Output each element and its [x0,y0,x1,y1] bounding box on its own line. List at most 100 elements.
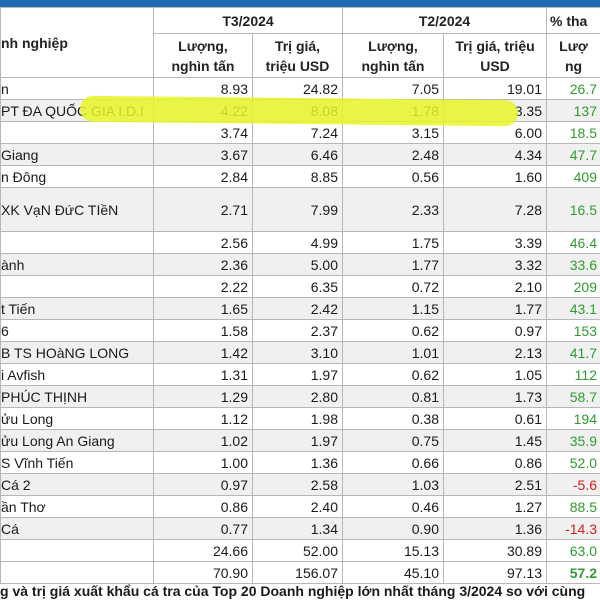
table-row: i Avfish 1.31 1.97 0.62 1.05 112 [0,363,600,386]
t2-vol-cell: 0.46 [342,495,444,518]
top-accent-bar [0,0,600,7]
change-percent-cell: 63.0 [546,539,600,562]
t2-val-cell: 0.61 [443,407,547,430]
t3-vol-cell: 1.02 [153,429,253,452]
t2-val-cell: 1.45 [443,429,547,452]
t3-vol-cell: 2.84 [153,165,253,188]
company-name-cell [0,275,154,298]
t3-vol-cell: 0.77 [153,517,253,540]
t2-vol-cell: 0.62 [342,319,444,342]
change-percent-cell: 194 [546,407,600,430]
header-row-groups: nh nghiệp T3/2024 T2/2024 % tha [0,7,600,78]
change-percent-cell: 112 [546,363,600,386]
t3-val-cell: 3.10 [252,341,343,364]
t2-vol-cell: 2.33 [342,187,444,232]
t3-vol-cell: 1.31 [153,363,253,386]
t3-vol-cell: 0.97 [153,473,253,496]
t2-vol-cell: 0.38 [342,407,444,430]
change-percent-cell: 209 [546,275,600,298]
t3-val-cell: 24.82 [252,77,343,100]
t2-vol-cell: 0.62 [342,363,444,386]
table-row: n Đông 2.84 8.85 0.56 1.60 409 [0,165,600,188]
t3-val-cell: 1.98 [252,407,343,430]
t2-vol-cell: 45.10 [342,561,444,584]
company-name-cell [0,121,154,144]
table-caption: g và trị giá xuất khẩu cá tra của Top 20… [0,583,586,599]
change-percent-cell: 33.6 [546,253,600,276]
table-row: 2.22 6.35 0.72 2.10 209 [0,275,600,298]
t3-val-cell: 4.99 [252,231,343,254]
company-name-cell: XK VạN ĐứC TIềN [0,187,154,232]
t2-val-cell: 0.86 [443,451,547,474]
change-percent-cell: 43.1 [546,297,600,320]
t3-vol-cell: 3.67 [153,143,253,166]
table-row: XK VạN ĐứC TIềN 2.71 7.99 2.33 7.28 16.5 [0,187,600,232]
change-percent-cell: 58.7 [546,385,600,408]
t2-val-cell: 2.10 [443,275,547,298]
t2-vol-cell: 15.13 [342,539,444,562]
t2-val-cell: 1.73 [443,385,547,408]
t3-vol-cell: 3.74 [153,121,253,144]
table-row: B TS HOàNG LONG 1.42 3.10 1.01 2.13 41.7 [0,341,600,364]
table-row: ần Thơ 0.86 2.40 0.46 1.27 88.5 [0,495,600,518]
t2-val-cell: 3.32 [443,253,547,276]
t3-vol-cell: 24.66 [153,539,253,562]
t3-val-cell: 8.85 [252,165,343,188]
t3-vol-cell: 1.65 [153,297,253,320]
company-name-cell: Cá 2 [0,473,154,496]
t2-vol-cell: 0.72 [342,275,444,298]
table-row: Cá 0.77 1.34 0.90 1.36 -14.3 [0,517,600,540]
change-percent-cell: 153 [546,319,600,342]
company-name-cell: ành [0,253,154,276]
company-name-cell: ửu Long An Giang [0,429,154,452]
t3-val-cell: 2.58 [252,473,343,496]
table-row: Giang 3.67 6.46 2.48 4.34 47.7 [0,143,600,166]
t2-vol-cell: 0.66 [342,451,444,474]
company-name-cell: 6 [0,319,154,342]
t2-vol-cell: 0.56 [342,165,444,188]
table-row: ửu Long 1.12 1.98 0.38 0.61 194 [0,407,600,430]
t2-val-cell: 30.89 [443,539,547,562]
company-name-cell: S Vĩnh Tiến [0,451,154,474]
t3-val-cell: 2.42 [252,297,343,320]
t2-vol-cell: 0.81 [342,385,444,408]
change-percent-cell: 137 [546,99,600,122]
company-name-cell: PHÚC THỊNH [0,385,154,408]
t2-val-cell: 97.13 [443,561,547,584]
table-row: 24.66 52.00 15.13 30.89 63.0 [0,539,600,562]
t3-vol-cell: 2.36 [153,253,253,276]
change-percent-cell: 57.2 [546,561,600,584]
header-t2: T2/2024 [342,7,547,34]
t3-vol-cell: 1.58 [153,319,253,342]
table-row: t Tiến 1.65 2.42 1.15 1.77 43.1 [0,297,600,320]
t3-vol-cell: 1.29 [153,385,253,408]
table-row: PHÚC THỊNH 1.29 2.80 0.81 1.73 58.7 [0,385,600,408]
t3-val-cell: 6.46 [252,143,343,166]
company-name-cell: ần Thơ [0,495,154,518]
change-percent-cell: 35.9 [546,429,600,452]
t3-val-cell: 5.00 [252,253,343,276]
company-name-cell: ửu Long [0,407,154,430]
change-percent-cell: 46.4 [546,231,600,254]
change-percent-cell: 18.5 [546,121,600,144]
change-percent-cell: 16.5 [546,187,600,232]
table-row: 70.90 156.07 45.10 97.13 57.2 [0,561,600,584]
header-t3-volume: Lượng, nghìn tấn [153,33,253,78]
t2-vol-cell: 1.15 [342,297,444,320]
change-percent-cell: 41.7 [546,341,600,364]
change-percent-cell: 52.0 [546,451,600,474]
table-row: ành 2.36 5.00 1.77 3.32 33.6 [0,253,600,276]
t3-vol-cell: 1.12 [153,407,253,430]
t3-val-cell: 156.07 [252,561,343,584]
company-name-cell: Cá [0,517,154,540]
t3-vol-cell: 1.42 [153,341,253,364]
table-row: ửu Long An Giang 1.02 1.97 0.75 1.45 35.9 [0,429,600,452]
t3-val-cell: 7.99 [252,187,343,232]
t3-vol-cell: 0.86 [153,495,253,518]
t2-vol-cell: 2.48 [342,143,444,166]
t3-val-cell: 1.36 [252,451,343,474]
t3-val-cell: 7.24 [252,121,343,144]
header-t2-volume: Lượng, nghìn tấn [342,33,444,78]
change-percent-cell: 88.5 [546,495,600,518]
header-company: nh nghiệp [0,7,154,78]
